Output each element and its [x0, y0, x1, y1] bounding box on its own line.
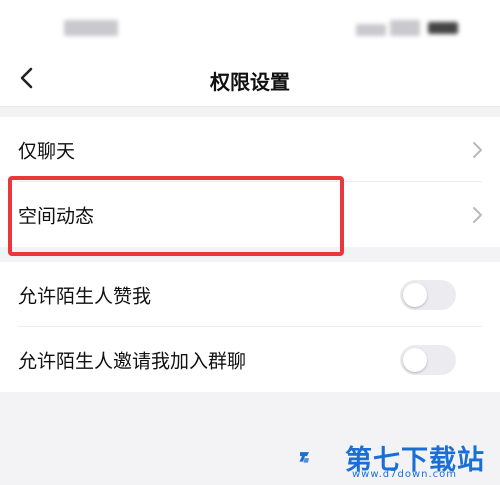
status-bar	[0, 0, 500, 50]
row-label: 仅聊天	[18, 140, 76, 162]
highlight-box	[8, 176, 344, 256]
toggle-knob	[403, 347, 427, 372]
toggle-stranger-group-invite[interactable]	[400, 344, 456, 375]
chevron-right-icon	[473, 141, 482, 158]
row-label: 允许陌生人邀请我加入群聊	[18, 350, 247, 372]
watermark-url: www.d7down.com	[352, 469, 458, 480]
status-signal-blurred	[356, 24, 386, 36]
settings-group-strangers: 允许陌生人赞我 允许陌生人邀请我加入群聊	[0, 262, 500, 392]
toggle-knob	[403, 282, 427, 307]
chevron-right-icon	[473, 206, 482, 223]
status-wifi-blurred	[390, 20, 420, 36]
page-title: 权限设置	[210, 70, 290, 94]
battery-icon	[428, 22, 458, 34]
nav-header: 权限设置	[0, 50, 500, 107]
row-label: 允许陌生人赞我	[18, 285, 152, 307]
row-allow-stranger-likes: 允许陌生人赞我	[0, 262, 500, 327]
row-allow-stranger-group-invite: 允许陌生人邀请我加入群聊	[0, 327, 500, 392]
row-chat-only[interactable]: 仅聊天	[0, 117, 500, 182]
status-time-blurred	[64, 20, 118, 36]
site-logo-icon	[299, 452, 309, 463]
toggle-stranger-likes[interactable]	[400, 279, 456, 310]
